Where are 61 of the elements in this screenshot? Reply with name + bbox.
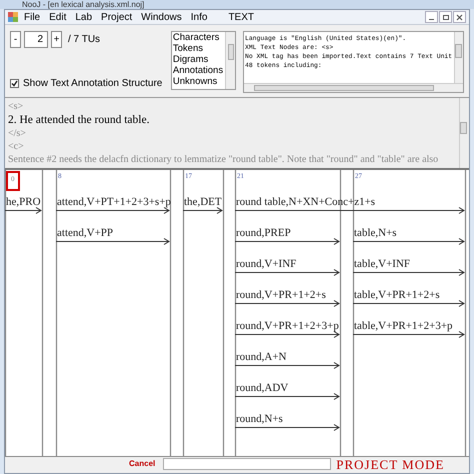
- decrement-button[interactable]: -: [10, 31, 21, 48]
- annotation-label: attend,V+PT+1+2+3+s+p: [57, 196, 171, 208]
- scrollbar-thumb[interactable]: [460, 122, 467, 134]
- list-item[interactable]: Characters: [172, 32, 226, 43]
- markup-text: </s>: [8, 127, 27, 140]
- minimize-icon: [429, 19, 434, 20]
- horizontal-scrollbar[interactable]: [244, 83, 463, 92]
- vertical-scrollbar[interactable]: [454, 32, 463, 83]
- checkbox-label: Show Text Annotation Structure: [23, 77, 162, 91]
- markup-text: <c>: [8, 140, 25, 153]
- annotation-label: round,V+PR+1+2+3+p: [236, 320, 339, 332]
- close-button[interactable]: [453, 11, 466, 23]
- vertical-scrollbar[interactable]: [225, 32, 236, 89]
- annotation-label: round,V+PR+1+2+s: [236, 289, 326, 301]
- menu-item[interactable]: TEXT: [228, 10, 254, 24]
- list-item[interactable]: Digrams: [172, 54, 226, 65]
- annotation-label: table,V+PR+1+2+3+p: [354, 320, 453, 332]
- markup-text: <s>: [8, 100, 24, 113]
- vertical-scrollbar[interactable]: [459, 98, 469, 168]
- increment-button[interactable]: +: [51, 31, 62, 48]
- close-icon: [456, 14, 463, 20]
- markup-text: Sentence #2 needs the delacfn dictionary to lemmatize "round table". Note that "round" and "table" are also: [8, 153, 440, 166]
- menu-item[interactable]: Project: [101, 10, 132, 24]
- annotation-label: round,N+s: [236, 413, 283, 425]
- annotation-label: table,V+PR+1+2+s: [354, 289, 440, 301]
- menu-item[interactable]: Info: [190, 10, 208, 24]
- scrollbar-thumb[interactable]: [228, 44, 234, 60]
- list-item[interactable]: Tokens: [172, 43, 226, 54]
- mode-label: PROJECT MODE: [336, 458, 444, 470]
- annotation-label: he,PRO: [6, 196, 41, 208]
- scrollbar-thumb[interactable]: [254, 85, 434, 91]
- restore-icon: [442, 14, 448, 20]
- arrow: [183, 207, 223, 214]
- unit-number-field[interactable]: 2: [24, 31, 48, 48]
- menu-item[interactable]: File: [24, 10, 40, 24]
- list-item[interactable]: Unknowns: [172, 76, 226, 87]
- menu-item[interactable]: Edit: [49, 10, 66, 24]
- text-view[interactable]: <s> 2. He attended the round table. </s> <c> Sentence #2 needs the delacfn dictionary to lemmatize "round table". Note that "round" and "table" are also: [5, 98, 459, 168]
- app-icon: [8, 12, 18, 22]
- statistics-list[interactable]: Characters Tokens Digrams Annotations Unknowns: [170, 31, 236, 90]
- arrow: [5, 207, 42, 214]
- menu-item[interactable]: Windows: [141, 10, 182, 24]
- minimize-button[interactable]: [425, 11, 438, 23]
- annotation-label: round,PREP: [236, 227, 291, 239]
- annotation-label: table,V+INF: [354, 258, 410, 270]
- annotation-label: round table,N+XN+Conc+z1+s: [236, 196, 376, 208]
- checkbox[interactable]: [10, 79, 19, 88]
- sentence-text: 2. He attended the round table.: [8, 113, 150, 127]
- cancel-button[interactable]: Cancel: [129, 460, 156, 468]
- menu-item[interactable]: Lab: [75, 10, 92, 24]
- restore-button[interactable]: [439, 11, 452, 23]
- annotation-label: round,V+INF: [236, 258, 296, 270]
- window-title: NooJ - [en lexical analysis.xml.noj]: [22, 0, 144, 9]
- annotation-label: the,DET: [184, 196, 222, 208]
- list-item[interactable]: Annotations: [172, 65, 226, 76]
- annotation-label: attend,V+PP: [57, 227, 114, 239]
- annotation-label: table,N+s: [354, 227, 397, 239]
- annotation-label: round,A+N: [236, 351, 287, 363]
- unit-total: / 7 TUs: [68, 33, 100, 47]
- scrollbar-thumb[interactable]: [455, 44, 462, 58]
- annotation-label: round,ADV: [236, 382, 288, 394]
